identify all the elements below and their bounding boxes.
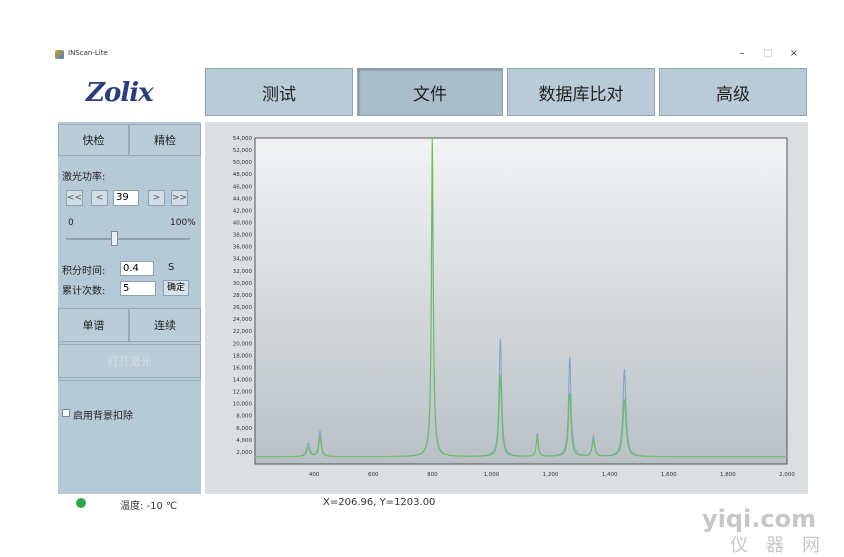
laser-power-slider[interactable] — [66, 238, 190, 240]
y-tick-label: 44,000 — [233, 196, 253, 202]
y-tick-label: 12,000 — [233, 390, 253, 396]
tab-file[interactable]: 文件 — [357, 68, 503, 116]
y-tick-label: 24,000 — [233, 317, 253, 323]
laser-prev-button[interactable]: < — [91, 190, 108, 206]
control-sidebar: 快检 精检 激光功率: << < 39 > >> 0 100% 积分时间: 0.… — [58, 122, 201, 494]
laser-last-button[interactable]: >> — [171, 190, 188, 206]
x-tick-label: 1,200 — [543, 472, 559, 478]
spectrum-panel: 2,000 4,000 6,000 8,000 10,000 12,000 14,000 16… — [205, 122, 808, 494]
zolix-logo: Zolix — [86, 78, 154, 108]
x-tick-label: 600 — [368, 472, 379, 478]
slider-max-label: 100% — [170, 218, 196, 228]
title-bar: INScan-Lite – □ × — [55, 48, 815, 64]
y-tick-label: 26,000 — [233, 305, 253, 311]
y-tick-label: 10,000 — [233, 402, 253, 408]
quick-detect-button[interactable]: 快检 — [58, 124, 129, 156]
laser-next-button[interactable]: > — [148, 190, 165, 206]
y-tick-label: 28,000 — [233, 293, 253, 299]
app-icon — [55, 50, 64, 59]
confirm-button[interactable]: 确定 — [163, 280, 189, 296]
y-tick-label: 6,000 — [236, 426, 252, 432]
y-tick-label: 32,000 — [233, 269, 253, 275]
accumulate-input[interactable]: 5 — [120, 281, 156, 296]
fine-detect-button[interactable]: 精检 — [129, 124, 201, 156]
y-tick-label: 42,000 — [233, 208, 253, 214]
y-tick-label: 50,000 — [233, 160, 253, 166]
laser-power-label: 激光功率: — [62, 172, 106, 183]
y-tick-label: 54,000 — [233, 136, 253, 142]
watermark: yiqi.com 仪器网 — [700, 505, 840, 556]
y-tick-label: 22,000 — [233, 329, 253, 335]
main-nav: 测试 文件 数据库比对 高级 — [205, 68, 808, 118]
x-axis: 400 600 800 1,000 1,200 1,400 1,600 1,800 2,000 — [309, 472, 796, 478]
slider-thumb[interactable] — [111, 231, 119, 246]
y-tick-label: 40,000 — [233, 221, 253, 227]
y-tick-label: 46,000 — [233, 184, 253, 190]
maximize-button[interactable]: □ — [761, 48, 775, 59]
x-tick-label: 1,000 — [484, 472, 500, 478]
laser-first-button[interactable]: << — [66, 190, 83, 206]
single-scan-button[interactable]: 单谱 — [58, 308, 129, 342]
x-tick-label: 2,000 — [779, 472, 795, 478]
y-tick-label: 18,000 — [233, 353, 253, 359]
tab-advanced[interactable]: 高级 — [659, 68, 807, 116]
open-laser-button[interactable]: 打开激光 — [58, 344, 201, 378]
y-tick-label: 48,000 — [233, 172, 253, 178]
x-tick-label: 800 — [427, 472, 438, 478]
x-tick-label: 1,400 — [602, 472, 618, 478]
sidebar-divider — [58, 380, 201, 381]
integration-unit: S — [168, 262, 175, 273]
accumulate-label: 累计次数: — [62, 286, 106, 297]
x-tick-label: 1,600 — [661, 472, 677, 478]
close-button[interactable]: × — [787, 48, 801, 59]
status-indicator — [76, 498, 86, 508]
cursor-coords: X=206.96, Y=1203.00 — [323, 497, 436, 508]
laser-power-input[interactable]: 39 — [113, 190, 139, 206]
minimize-button[interactable]: – — [735, 48, 749, 59]
background-subtract-checkbox[interactable] — [62, 409, 70, 417]
y-tick-label: 34,000 — [233, 257, 253, 263]
window-title: INScan-Lite — [68, 49, 108, 57]
tab-database-compare[interactable]: 数据库比对 — [507, 68, 655, 116]
slider-min-label: 0 — [68, 218, 74, 228]
x-tick-label: 400 — [309, 472, 320, 478]
spectrum-chart[interactable]: 2,000 4,000 6,000 8,000 10,000 12,000 14,000 16… — [205, 122, 808, 494]
y-tick-label: 36,000 — [233, 245, 253, 251]
y-tick-label: 52,000 — [233, 148, 253, 154]
temperature-text: 温度: -10 ℃ — [120, 501, 178, 512]
y-tick-label: 2,000 — [236, 450, 252, 456]
y-tick-label: 30,000 — [233, 281, 253, 287]
watermark-line2: 仪器网 — [730, 535, 838, 556]
watermark-line1: yiqi.com — [702, 505, 817, 533]
logo-area: Zolix — [58, 70, 202, 118]
y-axis: 2,000 4,000 6,000 8,000 10,000 12,000 14,000 16… — [233, 136, 253, 456]
y-tick-label: 16,000 — [233, 365, 253, 371]
x-tick-label: 1,800 — [720, 472, 736, 478]
integration-time-input[interactable]: 0.4 — [120, 261, 154, 276]
tab-test[interactable]: 测试 — [205, 68, 353, 116]
integration-time-label: 积分时间: — [62, 266, 106, 277]
y-tick-label: 4,000 — [236, 438, 252, 444]
background-subtract-label: 启用背景扣除 — [73, 411, 133, 422]
y-tick-label: 14,000 — [233, 377, 253, 383]
plot-area — [254, 137, 788, 465]
y-tick-label: 38,000 — [233, 233, 253, 239]
y-tick-label: 8,000 — [236, 414, 252, 420]
continuous-scan-button[interactable]: 连续 — [129, 308, 201, 342]
y-tick-label: 20,000 — [233, 341, 253, 347]
